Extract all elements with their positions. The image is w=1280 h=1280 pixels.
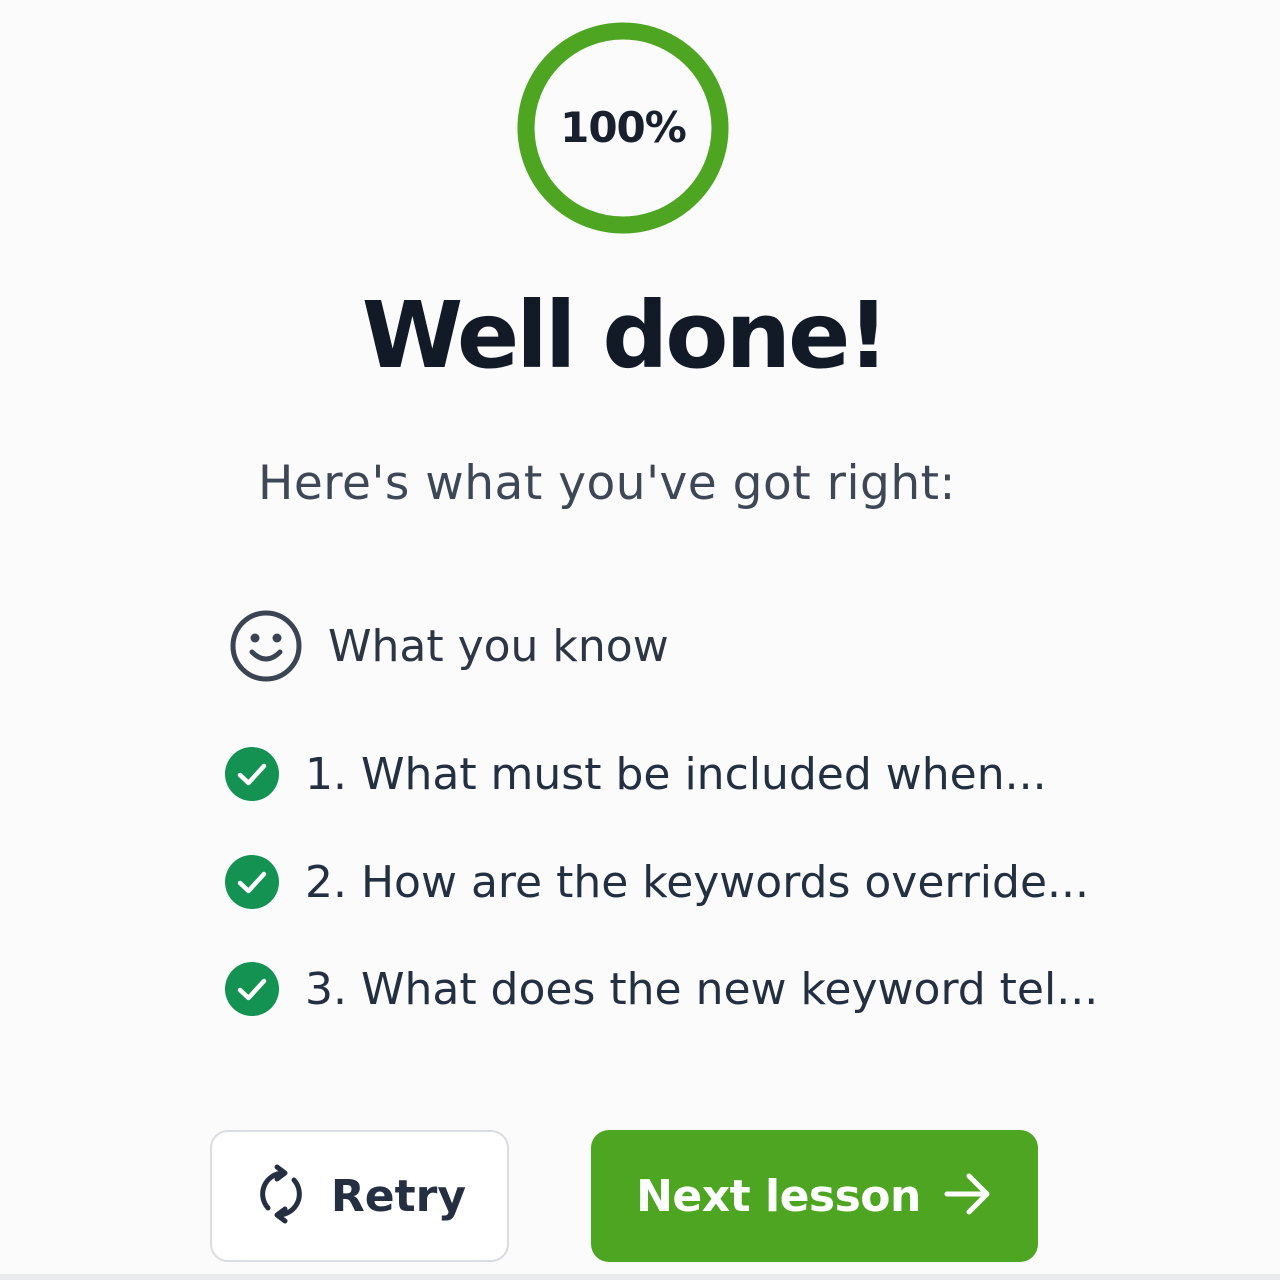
next-lesson-button[interactable]: Next lesson: [591, 1130, 1038, 1262]
section-label: What you know: [328, 620, 669, 672]
arrow-right-icon: [943, 1171, 993, 1222]
lesson-complete-screen: 100% Well done! Here's what you've got r…: [0, 0, 1280, 1280]
page-title: Well done!: [361, 282, 890, 389]
check-circle-icon: [225, 747, 279, 801]
list-item-label: 1. What must be included when...: [305, 748, 1047, 800]
subtitle: Here's what you've got right:: [258, 456, 956, 511]
next-lesson-label: Next lesson: [636, 1170, 921, 1222]
list-item: 3. What does the new keyword tel...: [225, 961, 1098, 1017]
check-circle-icon: [225, 855, 279, 909]
score-percent: 100%: [560, 103, 687, 152]
divider: [0, 1274, 1280, 1280]
check-circle-icon: [225, 962, 279, 1016]
list-item: 1. What must be included when...: [225, 746, 1047, 802]
list-item: 2. How are the keywords override...: [225, 854, 1089, 910]
section-header: What you know: [228, 608, 669, 684]
list-item-label: 2. How are the keywords override...: [305, 856, 1089, 908]
retry-button[interactable]: Retry: [210, 1130, 509, 1262]
score-ring: 100%: [516, 21, 730, 235]
refresh-icon: [253, 1164, 309, 1229]
list-item-label: 3. What does the new keyword tel...: [305, 963, 1099, 1015]
smiley-icon: [228, 608, 304, 684]
retry-label: Retry: [330, 1170, 467, 1222]
